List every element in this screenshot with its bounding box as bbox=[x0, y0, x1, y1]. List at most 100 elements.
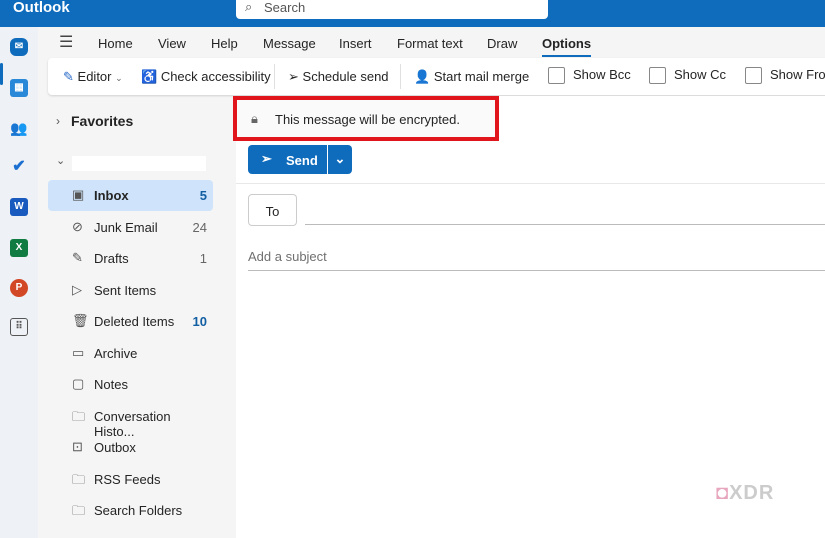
editor-label: Editor bbox=[77, 69, 112, 84]
encryption-banner: 🔒︎ This message will be encrypted. bbox=[233, 96, 499, 141]
folder-archive[interactable]: ▭ Archive bbox=[48, 338, 213, 369]
send-options-dropdown[interactable]: ⌄ bbox=[327, 145, 352, 174]
subject-underline bbox=[248, 270, 825, 271]
chevron-right-icon[interactable]: › bbox=[56, 114, 60, 128]
show-from-label: Show From bbox=[770, 67, 825, 82]
folder-deleted-items[interactable]: 🗑 Deleted Items 10 bbox=[48, 306, 213, 337]
folder-sent-items[interactable]: ▷ Sent Items bbox=[48, 275, 213, 306]
subject-input[interactable]: Add a subject bbox=[248, 249, 327, 264]
folder-label: Junk Email bbox=[94, 220, 158, 235]
tab-home[interactable]: Home bbox=[98, 36, 133, 51]
folder-label: Search Folders bbox=[94, 503, 183, 518]
show-from-checkbox[interactable]: Show From bbox=[745, 67, 825, 85]
folder-label: Drafts bbox=[94, 251, 129, 266]
editor-button[interactable]: ✎ Editor ⌄ bbox=[63, 69, 123, 85]
folder-inbox[interactable]: ▣ Inbox 5 bbox=[48, 180, 213, 211]
tab-options[interactable]: Options bbox=[542, 36, 592, 57]
folder-outbox[interactable]: ⊡ Outbox bbox=[48, 432, 213, 463]
folder-icon: 🗀 bbox=[72, 409, 86, 424]
chevron-down-icon: ⌄ bbox=[115, 73, 123, 83]
folder-notes[interactable]: ▢ Notes bbox=[48, 369, 213, 400]
tab-insert[interactable]: Insert bbox=[339, 36, 372, 51]
folder-drafts[interactable]: ✎ Drafts 1 bbox=[48, 243, 213, 274]
outbox-icon: ⊡ bbox=[72, 439, 83, 454]
lock-icon: 🔒︎ bbox=[251, 111, 258, 126]
calendar-icon[interactable]: ▦ bbox=[10, 79, 28, 97]
app-title: Outlook bbox=[13, 0, 70, 16]
people-icon[interactable]: 👥 bbox=[10, 119, 28, 137]
ribbon-toolbar: ✎ Editor ⌄ ♿ Check accessibility ➢ Sched… bbox=[48, 58, 825, 95]
pencil-icon: ✎ bbox=[72, 250, 83, 265]
tab-message[interactable]: Message bbox=[263, 36, 316, 51]
check-accessibility-button[interactable]: ♿ Check accessibility bbox=[141, 69, 271, 85]
search-input[interactable]: ⌕ Search bbox=[236, 0, 548, 19]
checkbox[interactable] bbox=[745, 67, 762, 85]
xda-watermark: ◘XDR bbox=[716, 482, 775, 504]
schedule-send-icon: ➢ bbox=[288, 69, 299, 84]
show-cc-checkbox[interactable]: Show Cc bbox=[649, 67, 727, 85]
unread-count: 10 bbox=[192, 314, 207, 329]
word-icon[interactable]: W bbox=[10, 198, 28, 216]
mail-icon[interactable]: ✉ bbox=[10, 38, 28, 56]
folder-label: Sent Items bbox=[94, 283, 157, 298]
divider bbox=[236, 183, 825, 184]
check-accessibility-label: Check accessibility bbox=[160, 69, 271, 84]
folder-junk-email[interactable]: ⊘ Junk Email 24 bbox=[48, 212, 213, 243]
start-mail-merge-button[interactable]: 👤 Start mail merge bbox=[414, 69, 529, 85]
tab-help[interactable]: Help bbox=[211, 36, 238, 51]
folder-search-folders[interactable]: 🗀 Search Folders bbox=[48, 495, 213, 526]
folder-rss-feeds[interactable]: 🗀 RSS Feeds bbox=[48, 464, 213, 495]
folder-label: RSS Feeds bbox=[94, 472, 161, 487]
search-placeholder: Search bbox=[264, 0, 306, 15]
note-icon: ▢ bbox=[72, 376, 85, 391]
account-name-redacted bbox=[72, 156, 206, 171]
tab-draw[interactable]: Draw bbox=[487, 36, 517, 51]
send-label: Send bbox=[286, 153, 318, 168]
editor-icon: ✎ bbox=[63, 69, 74, 84]
title-bar: Outlook ⌕ Search bbox=[0, 0, 825, 27]
powerpoint-icon[interactable]: P bbox=[10, 279, 28, 297]
schedule-send-button[interactable]: ➢ Schedule send bbox=[288, 69, 389, 85]
apps-icon[interactable]: ⠿ bbox=[10, 318, 28, 336]
item-count: 24 bbox=[192, 220, 207, 235]
inbox-icon: ▣ bbox=[72, 187, 85, 202]
search-icon: ⌕ bbox=[245, 0, 253, 14]
menu-icon[interactable]: ☰ bbox=[59, 32, 73, 52]
item-count: 1 bbox=[199, 251, 207, 266]
folder-label: Inbox bbox=[94, 188, 129, 203]
trash-icon: 🗑 bbox=[72, 313, 89, 328]
folder-label: Outbox bbox=[94, 440, 136, 455]
send-icon: ▷ bbox=[72, 282, 82, 297]
show-cc-label: Show Cc bbox=[674, 67, 727, 82]
divider bbox=[400, 64, 401, 89]
to-input[interactable] bbox=[305, 224, 825, 225]
mail-merge-icon: 👤 bbox=[414, 69, 431, 84]
junk-icon: ⊘ bbox=[72, 219, 83, 234]
show-bcc-checkbox[interactable]: Show Bcc bbox=[548, 67, 631, 85]
send-icon: ➢ bbox=[261, 151, 272, 166]
folder-conversation-history[interactable]: 🗀 Conversation Histo... bbox=[48, 401, 213, 439]
folder-icon: 🗀 bbox=[72, 472, 86, 487]
excel-icon[interactable]: X bbox=[10, 239, 28, 257]
tab-view[interactable]: View bbox=[158, 36, 186, 51]
folder-label: Notes bbox=[94, 377, 128, 392]
checkbox[interactable] bbox=[548, 67, 565, 85]
chevron-down-icon[interactable]: ⌄ bbox=[56, 154, 65, 167]
schedule-send-label: Schedule send bbox=[302, 69, 389, 84]
folder-label: Archive bbox=[94, 346, 138, 361]
favorites-header[interactable]: Favorites bbox=[71, 113, 133, 129]
checkbox[interactable] bbox=[649, 67, 666, 85]
app-rail: ✉ ▦ 👥 ✔ W X P ⠿ bbox=[0, 27, 38, 538]
accessibility-icon: ♿ bbox=[141, 69, 158, 84]
show-bcc-label: Show Bcc bbox=[573, 67, 631, 82]
folder-label: Deleted Items bbox=[94, 314, 175, 329]
encryption-message: This message will be encrypted. bbox=[275, 112, 460, 127]
tab-format-text[interactable]: Format text bbox=[397, 36, 463, 51]
search-folder-icon: 🗀 bbox=[72, 503, 86, 518]
todo-icon[interactable]: ✔ bbox=[10, 158, 28, 176]
divider bbox=[274, 64, 275, 89]
to-button[interactable]: To bbox=[248, 194, 297, 226]
folder-pane: › Favorites ⌄ ▣ Inbox 5 ⊘ Junk Email 24 ✎ Dra… bbox=[48, 100, 236, 538]
send-button[interactable]: ➢ Send ⌄ bbox=[248, 145, 352, 174]
unread-count: 5 bbox=[199, 188, 207, 203]
